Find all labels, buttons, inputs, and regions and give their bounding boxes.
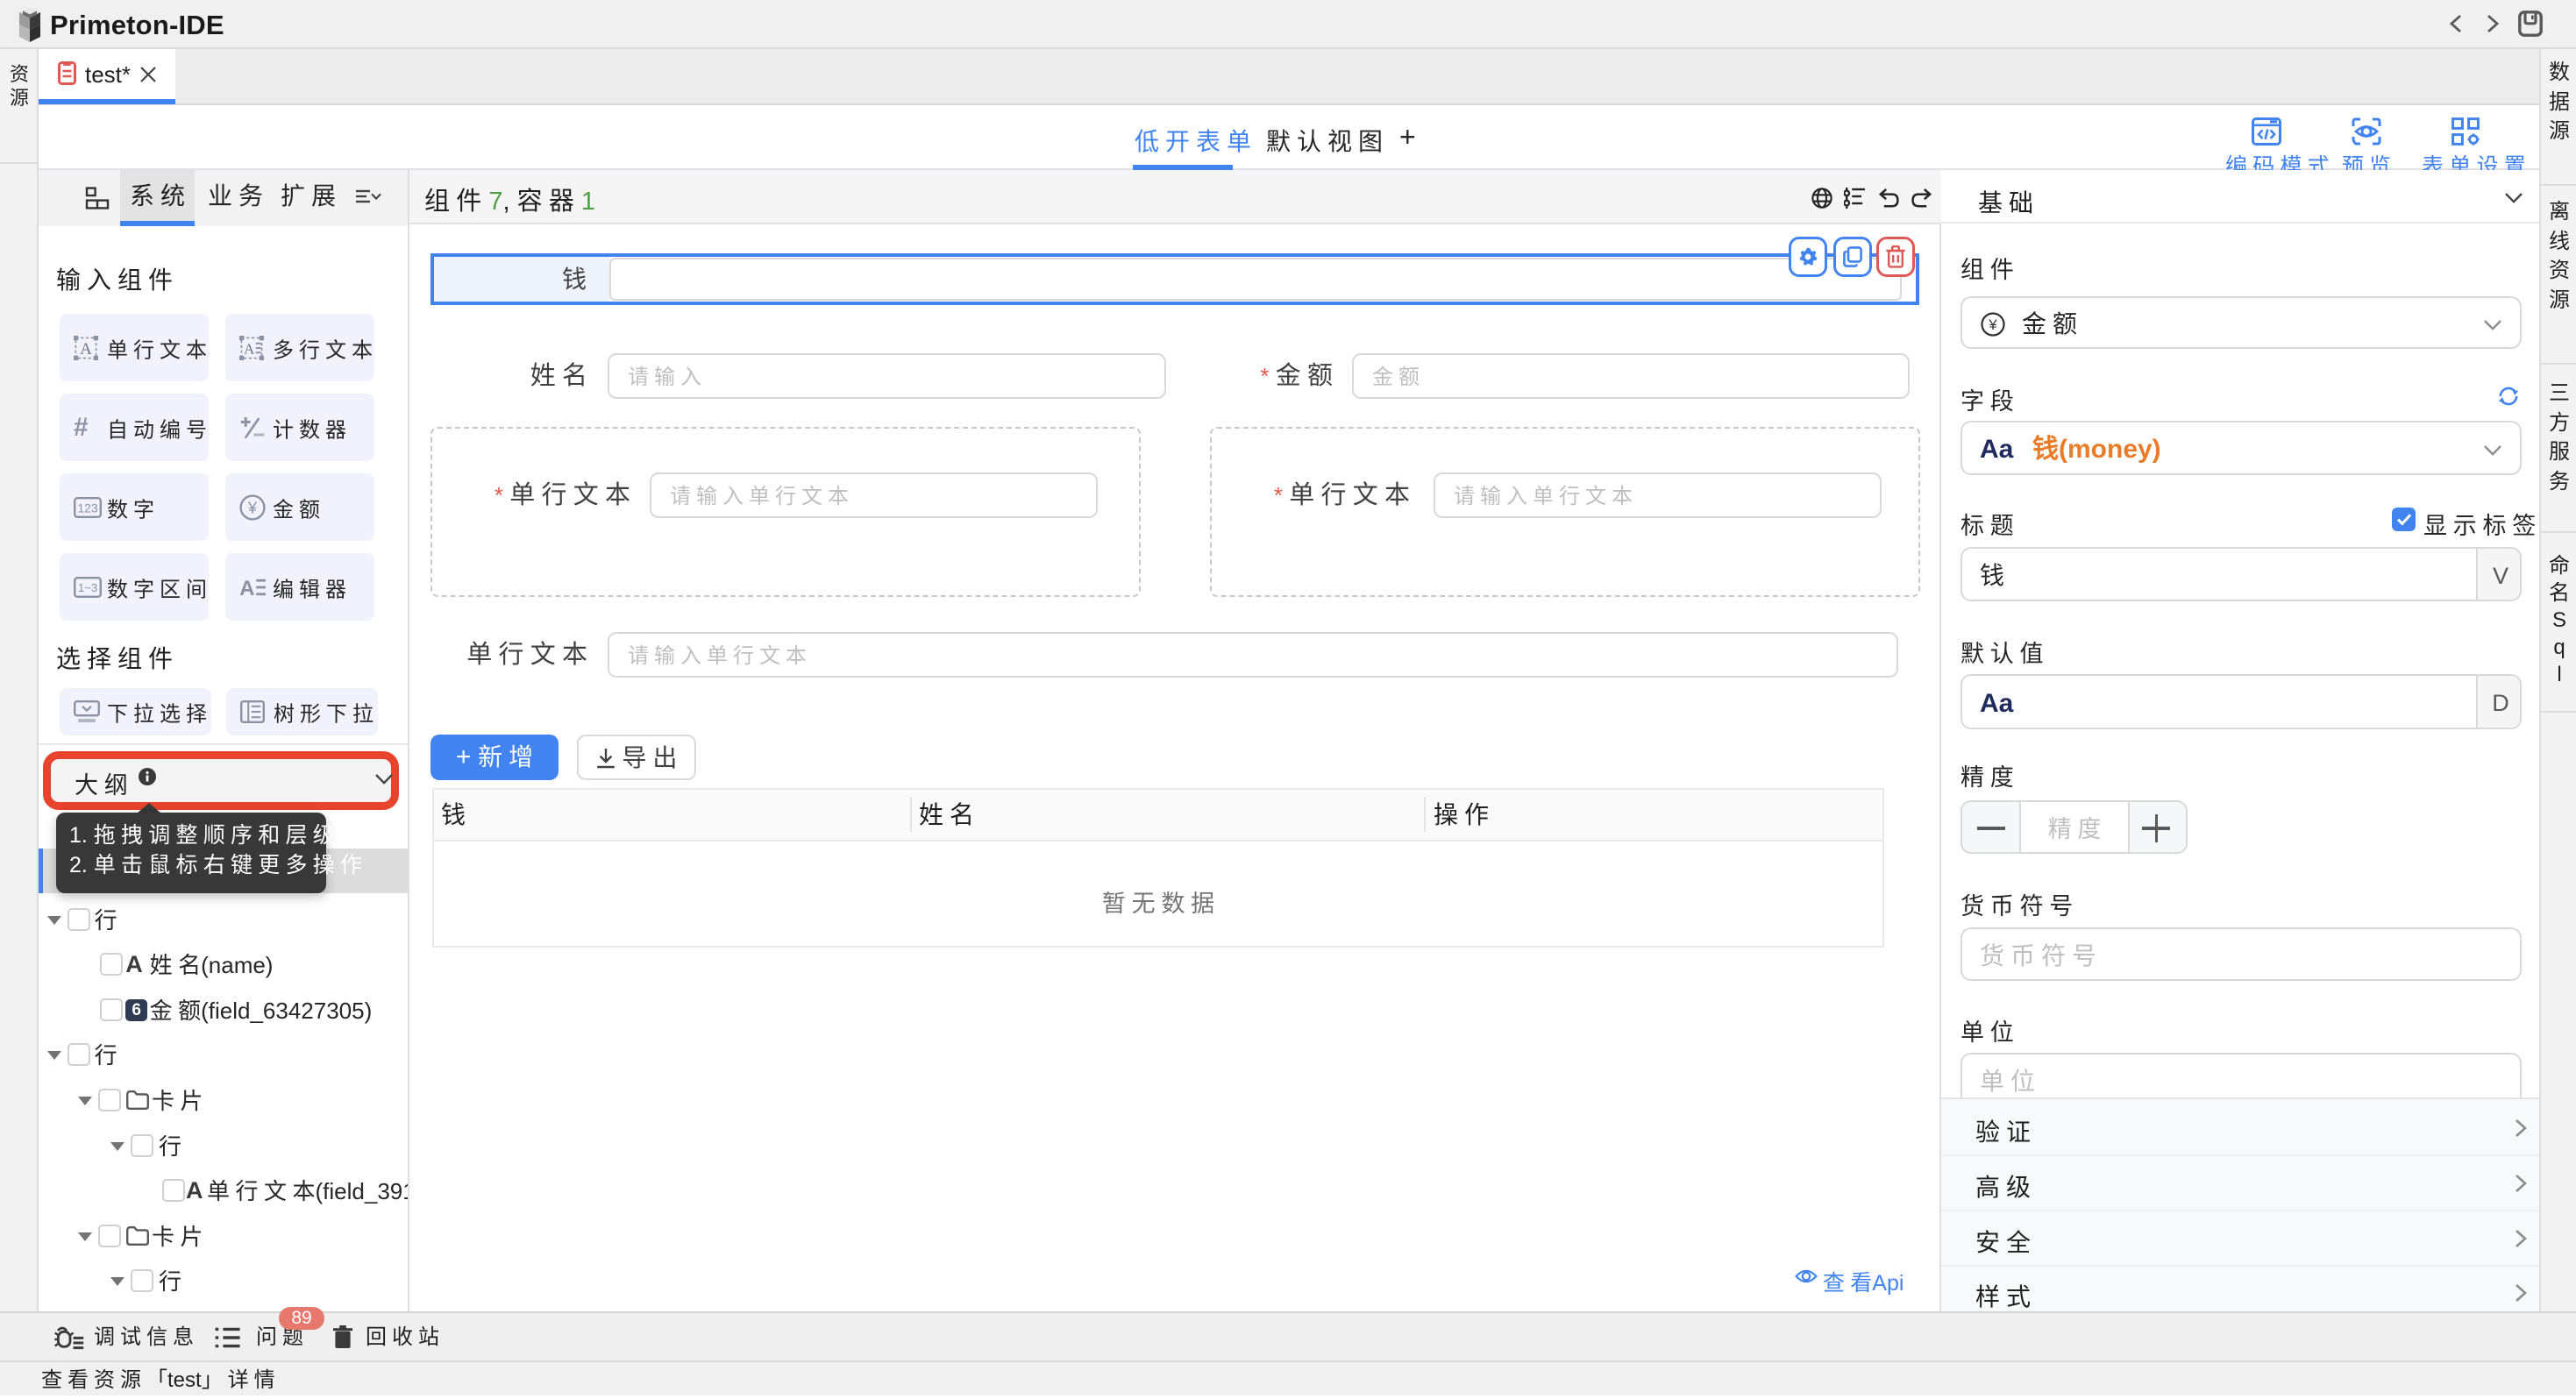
svg-text:¥: ¥ (247, 499, 258, 516)
svg-text:A: A (239, 577, 254, 599)
svg-text:123: 123 (77, 501, 98, 515)
svg-text:A: A (80, 340, 92, 359)
svg-text:1~3: 1~3 (78, 581, 97, 594)
svg-text:¥: ¥ (1988, 316, 1997, 333)
svg-text:A: A (244, 340, 255, 357)
